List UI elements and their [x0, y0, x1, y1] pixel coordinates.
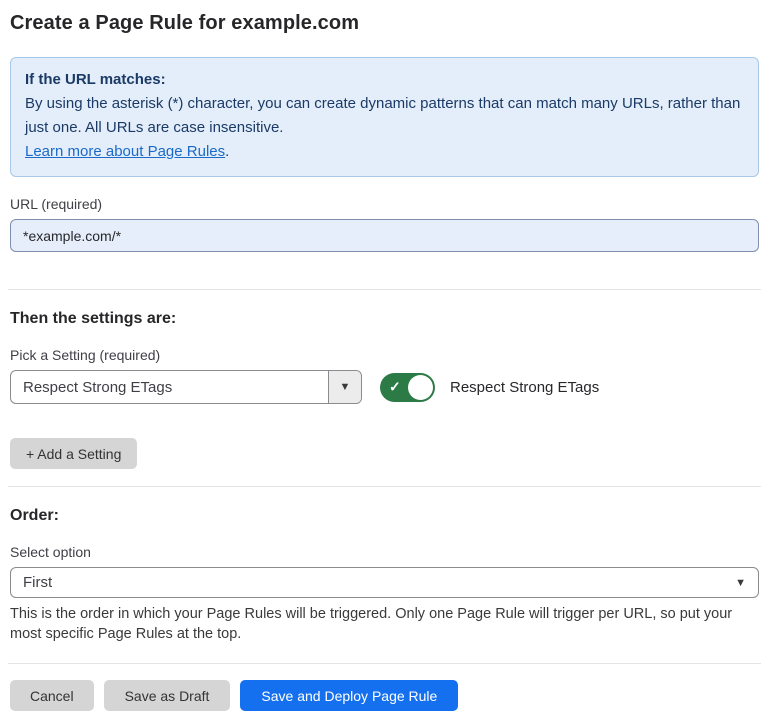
setting-picker-label: Pick a Setting (required) — [10, 347, 759, 363]
save-as-draft-button[interactable]: Save as Draft — [104, 680, 231, 711]
order-select-label: Select option — [10, 544, 759, 560]
page-title: Create a Page Rule for example.com — [10, 12, 759, 35]
toggle-label: Respect Strong ETags — [450, 379, 599, 396]
url-field-label: URL (required) — [10, 196, 759, 212]
actions-row: Cancel Save as Draft Save and Deploy Pag… — [10, 680, 759, 711]
setting-select[interactable]: Respect Strong ETags ▼ — [10, 370, 362, 404]
order-help-text: This is the order in which your Page Rul… — [10, 604, 759, 644]
order-section-heading: Order: — [10, 507, 759, 525]
check-icon: ✓ — [389, 380, 401, 394]
actions-divider — [8, 663, 761, 664]
order-select[interactable]: First ▼ — [10, 567, 759, 598]
learn-more-link[interactable]: Learn more about Page Rules — [25, 143, 225, 160]
settings-section-heading: Then the settings are: — [10, 310, 759, 328]
respect-strong-etags-toggle[interactable]: ✓ — [380, 373, 435, 402]
setting-select-value: Respect Strong ETags — [11, 371, 328, 403]
toggle-knob — [408, 375, 433, 400]
order-select-value: First — [23, 574, 52, 591]
add-setting-button[interactable]: + Add a Setting — [10, 438, 137, 469]
info-box-body: By using the asterisk (*) character, you… — [25, 92, 744, 140]
setting-select-arrow-button[interactable]: ▼ — [328, 371, 361, 403]
section-divider — [8, 486, 761, 487]
info-box-heading: If the URL matches: — [25, 68, 744, 92]
link-period: . — [225, 143, 229, 160]
save-and-deploy-button[interactable]: Save and Deploy Page Rule — [240, 680, 458, 711]
page-rule-form: Create a Page Rule for example.com If th… — [0, 0, 769, 727]
info-box-link-line: Learn more about Page Rules. — [25, 140, 744, 164]
url-input[interactable] — [10, 219, 759, 252]
section-divider — [8, 289, 761, 290]
chevron-down-icon: ▼ — [735, 577, 746, 589]
setting-row: Respect Strong ETags ▼ ✓ Respect Strong … — [10, 370, 759, 404]
url-match-info-box: If the URL matches: By using the asteris… — [10, 57, 759, 177]
chevron-down-icon: ▼ — [340, 381, 351, 393]
cancel-button[interactable]: Cancel — [10, 680, 94, 711]
